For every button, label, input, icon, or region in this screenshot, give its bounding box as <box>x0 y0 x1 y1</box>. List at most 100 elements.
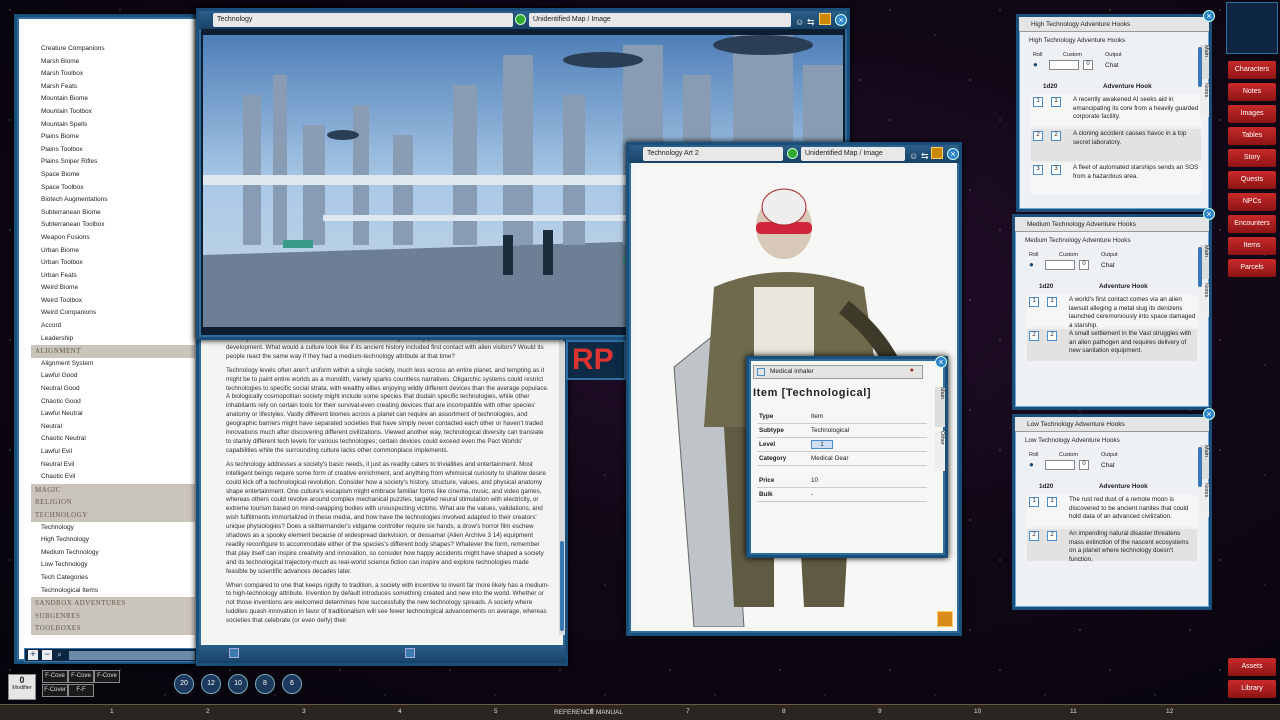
range-high[interactable]: 1 <box>1047 297 1057 307</box>
sidebar-button-quests[interactable]: Quests <box>1228 171 1276 189</box>
list-item[interactable]: Creature Companions <box>31 43 201 56</box>
list-item[interactable]: Weapon Fusions <box>31 232 201 245</box>
list-item[interactable]: Marsh Biome <box>31 56 201 69</box>
output-value[interactable]: Chat <box>1101 262 1115 269</box>
field-value[interactable]: - <box>811 491 813 498</box>
list-item[interactable]: Leadership <box>31 333 201 346</box>
list-item[interactable]: High Technology <box>31 534 201 547</box>
technology-scrollbar[interactable] <box>559 341 565 635</box>
item-header[interactable]: Medical inhaler ● <box>753 365 923 379</box>
close-icon[interactable]: × <box>1203 208 1215 220</box>
close-icon[interactable]: × <box>935 356 947 368</box>
resize-icon[interactable] <box>931 147 943 159</box>
custom-value[interactable]: 0 <box>1079 460 1089 470</box>
hotkey-slot[interactable]: F-F <box>68 684 94 697</box>
list-item[interactable]: Neutral Evil <box>31 459 201 472</box>
sidebar-button-images[interactable]: Images <box>1228 105 1276 123</box>
sidebar-button-library[interactable]: Library <box>1228 680 1276 698</box>
list-item[interactable]: Lawful Neutral <box>31 408 201 421</box>
range-low[interactable]: 2 <box>1029 531 1039 541</box>
hook-row[interactable]: 2 2 An impending natural disaster threaten… <box>1027 529 1197 563</box>
close-icon[interactable]: × <box>1203 10 1215 22</box>
custom-dice-field[interactable] <box>1045 460 1075 470</box>
range-low[interactable]: 2 <box>1029 331 1039 341</box>
hook-row[interactable]: 11 A recently awakened AI seeks aid in em… <box>1031 95 1201 127</box>
list-item[interactable]: Marsh Toolbox <box>31 68 201 81</box>
list-item[interactable]: Subterranean Toolbox <box>31 219 201 232</box>
hotkey-slot[interactable]: F-Cove <box>94 670 120 683</box>
person-icon[interactable]: ☺ <box>795 13 804 31</box>
art-titlebar[interactable]: Technology Art 2 Unidentified Map / Imag… <box>629 145 959 163</box>
category-header[interactable]: SUBGENRES <box>31 609 201 623</box>
sidebar-button-npcs[interactable]: NPCs <box>1228 193 1276 211</box>
list-item[interactable]: Urban Biome <box>31 245 201 258</box>
field-value[interactable]: Technological <box>811 427 849 434</box>
field-value[interactable]: Item <box>811 413 823 420</box>
custom-value[interactable]: 0 <box>1083 60 1093 70</box>
item-tab-other[interactable]: Other <box>935 431 945 471</box>
close-icon[interactable]: × <box>835 14 847 26</box>
tab-notes[interactable]: Notes <box>1200 283 1209 317</box>
list-item[interactable]: Chaotic Good <box>31 396 201 409</box>
list-item[interactable]: Plains Biome <box>31 131 201 144</box>
range-high[interactable]: 1 <box>1051 97 1061 107</box>
remove-icon[interactable]: − <box>42 650 52 660</box>
list-item[interactable]: Neutral Good <box>31 383 201 396</box>
item-link-icon[interactable] <box>757 368 765 376</box>
sidebar-button-encounters[interactable]: Encounters <box>1228 215 1276 233</box>
tab-notes[interactable]: Notes <box>1200 483 1209 517</box>
range-low[interactable]: 3 <box>1033 165 1043 175</box>
list-item[interactable]: Low Technology <box>31 559 201 572</box>
list-item[interactable]: Mountain Toolbox <box>31 106 201 119</box>
hook-scrollbar[interactable] <box>1198 447 1202 487</box>
category-header[interactable]: RELIGION <box>31 496 201 509</box>
list-item[interactable]: Neutral <box>31 421 201 434</box>
list-item[interactable]: Tech Categories <box>31 572 201 585</box>
list-item[interactable]: Technology <box>31 522 201 535</box>
person-icon[interactable]: ☺ <box>909 147 918 165</box>
dice-d12-icon[interactable]: 12 <box>201 674 221 694</box>
add-icon[interactable]: + <box>28 650 38 660</box>
search-input[interactable] <box>69 651 195 660</box>
range-high[interactable]: 2 <box>1047 331 1057 341</box>
list-item[interactable]: Chaotic Neutral <box>31 433 201 446</box>
item-tab-main[interactable]: Main <box>935 387 945 427</box>
sidebar-button-assets[interactable]: Assets <box>1228 658 1276 676</box>
custom-value[interactable]: 0 <box>1079 260 1089 270</box>
range-high[interactable]: 2 <box>1047 531 1057 541</box>
hook-row[interactable]: 33 A fleet of automated starships sends a… <box>1031 163 1201 195</box>
share-icon[interactable]: ⇆ <box>807 13 815 31</box>
list-item[interactable]: Medium Technology <box>31 547 201 560</box>
list-item[interactable]: Space Toolbox <box>31 182 201 195</box>
list-item[interactable]: Weird Biome <box>31 282 201 295</box>
range-high[interactable]: 1 <box>1047 497 1057 507</box>
hook-title[interactable]: Medium Technology Adventure Hooks <box>1015 217 1209 232</box>
list-item[interactable]: Mountain Spells <box>31 119 201 132</box>
link-icon[interactable] <box>405 648 415 658</box>
range-low[interactable]: 1 <box>1029 497 1039 507</box>
list-item[interactable]: Urban Toolbox <box>31 257 201 270</box>
list-item[interactable]: Weird Toolbox <box>31 295 201 308</box>
sidebar-button-notes[interactable]: Notes <box>1228 83 1276 101</box>
resize-icon[interactable] <box>819 13 831 25</box>
field-value[interactable]: 1 <box>811 440 833 449</box>
custom-dice-field[interactable] <box>1049 60 1079 70</box>
list-item[interactable]: Plains Toolbox <box>31 144 201 157</box>
hook-row[interactable]: 11 A world's first contact comes via an a… <box>1027 295 1197 329</box>
tab-notes[interactable]: Notes <box>1200 83 1209 117</box>
list-item[interactable]: Weird Companions <box>31 307 201 320</box>
list-item[interactable]: Accord <box>31 320 201 333</box>
hook-row[interactable]: 1 1 The rust red dust of a remote moon is … <box>1027 495 1197 527</box>
sidebar-button-characters[interactable]: Characters <box>1228 61 1276 79</box>
sidebar-button-story[interactable]: Story <box>1228 149 1276 167</box>
sidebar-button-tables[interactable]: Tables <box>1228 127 1276 145</box>
list-item[interactable]: Chaotic Evil <box>31 471 201 484</box>
category-header[interactable]: TOOLBOXES <box>31 622 201 635</box>
search-icon[interactable]: ⌕ <box>57 649 62 660</box>
dice-d10-icon[interactable]: 10 <box>228 674 248 694</box>
dice-d8-icon[interactable]: 8 <box>255 674 275 694</box>
hook-title[interactable]: High Technology Adventure Hooks <box>1019 17 1209 32</box>
range-low[interactable]: 1 <box>1033 97 1043 107</box>
close-icon[interactable]: × <box>1203 408 1215 420</box>
hotkey-slot[interactable]: F-Cover <box>42 684 68 697</box>
